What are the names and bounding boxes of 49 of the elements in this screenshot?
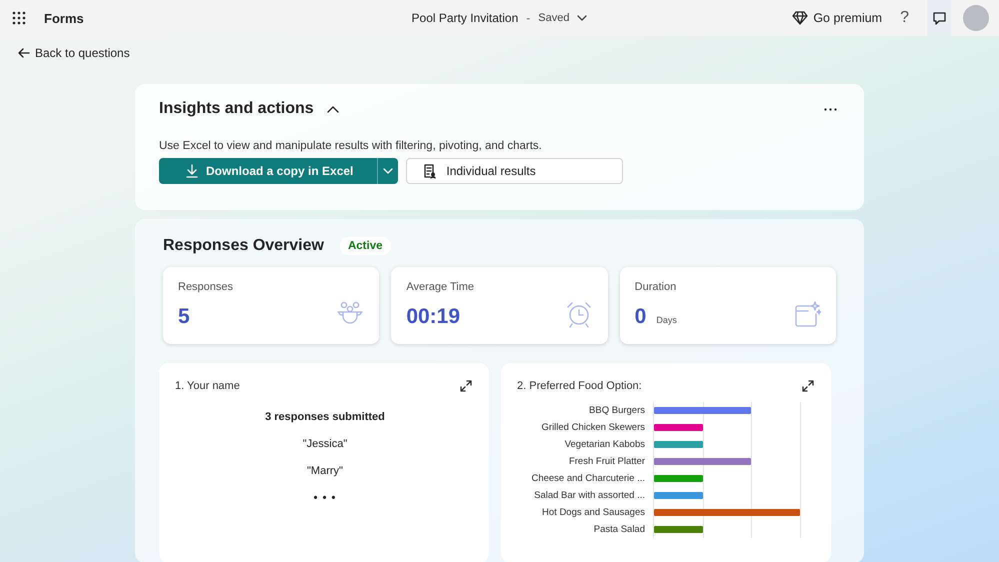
- help-button[interactable]: ?: [894, 9, 915, 27]
- go-premium-button[interactable]: Go premium: [792, 11, 882, 25]
- stat-label: Responses: [178, 281, 234, 293]
- response-text: "Marry": [307, 465, 343, 477]
- ellipsis-icon: [824, 108, 837, 110]
- stat-value: 0: [634, 305, 646, 329]
- option-label: Fresh Fruit Platter: [568, 455, 645, 469]
- option-label: Salad Bar with assorted ...: [534, 489, 645, 503]
- stat-unit: Days: [656, 315, 677, 325]
- expand-icon: [460, 380, 472, 392]
- feedback-button[interactable]: [927, 0, 951, 36]
- stat-label: Average Time: [406, 281, 475, 293]
- back-link[interactable]: Back to questions: [18, 46, 130, 60]
- response-summary: 3 responses submitted: [265, 411, 385, 423]
- app-name: Forms: [44, 10, 84, 26]
- expand-icon: [802, 380, 814, 392]
- section-title: Responses Overview: [163, 237, 324, 255]
- description-text: Use Excel to view and manipulate results with filtering, pivoting, and charts.: [159, 140, 543, 152]
- chevron-down-icon: [577, 15, 588, 21]
- document-person-icon: [422, 163, 436, 179]
- chat-bubble-icon: [932, 10, 946, 26]
- download-icon: [186, 164, 198, 178]
- arrow-left-icon: [18, 48, 30, 58]
- option-label: BBQ Burgers: [589, 404, 645, 418]
- individual-results-button[interactable]: Individual results: [406, 158, 624, 184]
- option-label: Pasta Salad: [594, 523, 645, 537]
- grid-icon: [12, 11, 26, 25]
- title-separator: -: [526, 11, 530, 25]
- alarm-clock-icon: [564, 301, 593, 329]
- option-label: Cheese and Charcuterie ...: [531, 472, 645, 486]
- form-title: Pool Party Invitation: [412, 11, 518, 25]
- chevron-up-icon: [326, 106, 339, 112]
- chevron-down-icon: [383, 168, 394, 174]
- status-badge: Active: [340, 237, 390, 255]
- section-title: Insights and actions: [159, 100, 314, 118]
- option-label: Hot Dogs and Sausages: [542, 506, 645, 520]
- app-launcher-button[interactable]: [10, 9, 28, 27]
- more-responses-button[interactable]: • • •: [314, 492, 336, 504]
- calendar-sparkle-icon: [792, 301, 821, 329]
- question-title: 2. Preferred Food Option:: [517, 380, 642, 392]
- diamond-icon: [792, 11, 808, 25]
- response-text: "Jessica": [302, 438, 348, 450]
- option-label: Grilled Chicken Skewers: [542, 421, 645, 435]
- stat-value: 5: [178, 305, 190, 329]
- stat-value: 00:19: [406, 305, 460, 329]
- option-label: Vegetarian Kabobs: [564, 438, 645, 452]
- stat-label: Duration: [634, 281, 678, 293]
- question-title: 1. Your name: [175, 380, 240, 392]
- save-status-dropdown[interactable]: Saved: [538, 12, 588, 24]
